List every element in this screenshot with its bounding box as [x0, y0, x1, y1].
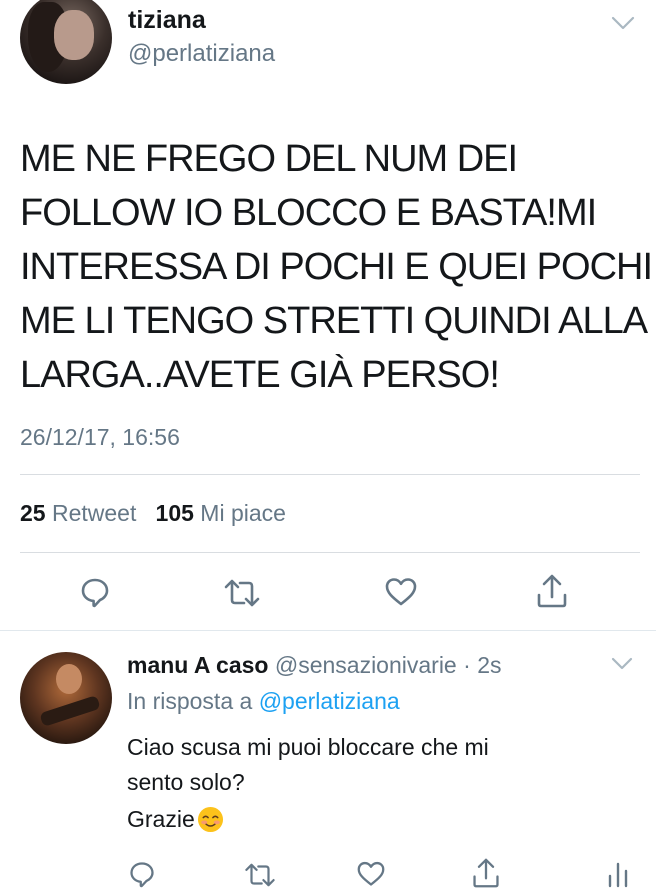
chevron-down-icon[interactable] [610, 656, 634, 672]
share-icon[interactable] [471, 857, 501, 889]
author-avatar[interactable] [20, 0, 112, 84]
in-reply-handle-link[interactable]: @perlatiziana [259, 688, 400, 714]
like-icon[interactable] [356, 860, 386, 888]
reply-text: Ciao scusa mi puoi bloccare che mi sento… [127, 730, 627, 800]
chevron-down-icon[interactable] [610, 14, 636, 32]
reply-author-name[interactable]: manu A caso [127, 652, 268, 678]
tweet-text-line: INTERESSA DI POCHI E QUEI POCHI [20, 246, 653, 288]
like-label[interactable]: Mi piace [200, 500, 286, 526]
retweet-count[interactable]: 25 [20, 500, 46, 526]
retweet-icon[interactable] [243, 862, 277, 888]
divider [0, 630, 656, 631]
tweet-detail-screen: tiziana @perlatiziana ME NE FREGO DEL NU… [0, 0, 656, 892]
reply-author-avatar[interactable] [20, 652, 112, 744]
avatar-guitar [39, 695, 101, 727]
in-reply-to: In risposta a @perlatiziana [127, 688, 400, 715]
tweet-text-line: LARGA..AVETE GIÀ PERSO! [20, 354, 500, 396]
retweet-icon[interactable] [222, 578, 262, 608]
reply-text-line: Ciao scusa mi puoi bloccare che mi [127, 734, 489, 760]
share-icon[interactable] [535, 573, 569, 609]
avatar-person [56, 664, 82, 694]
like-icon[interactable] [384, 576, 418, 608]
tweet-timestamp: 26/12/17, 16:56 [20, 424, 180, 450]
divider [20, 474, 640, 475]
reply-icon[interactable] [128, 860, 156, 888]
in-reply-prefix: In risposta a [127, 688, 253, 714]
reply-text-line: Grazie [127, 806, 195, 832]
retweet-label[interactable]: Retweet [52, 500, 136, 526]
reply-header: manu A caso @sensazionivarie · 2s [127, 652, 501, 679]
divider [20, 552, 640, 553]
reply-separator: · [463, 652, 471, 678]
avatar-face [54, 10, 94, 60]
tweet-text-line: FOLLOW IO BLOCCO E BASTA!MI [20, 192, 597, 234]
reply-text-line: sento solo? [127, 769, 245, 795]
smiling-blush-emoji [197, 806, 223, 833]
reply-icon[interactable] [79, 576, 111, 608]
reply-author-handle[interactable]: @sensazionivarie [275, 652, 457, 678]
tweet-stats: 25 Retweet 105 Mi piace [20, 500, 286, 527]
analytics-icon[interactable] [606, 858, 630, 888]
like-count[interactable]: 105 [156, 500, 194, 526]
tweet-text: ME NE FREGO DEL NUM DEI FOLLOW IO BLOCCO… [20, 132, 653, 402]
tweet-text-line: ME NE FREGO DEL NUM DEI [20, 138, 518, 180]
reply-text-thanks: Grazie [127, 806, 224, 833]
tweet-text-line: ME LI TENGO STRETTI QUINDI ALLA [20, 300, 648, 342]
author-handle[interactable]: @perlatiziana [128, 40, 275, 68]
author-name[interactable]: tiziana [128, 6, 206, 35]
reply-time: 2s [477, 652, 502, 678]
